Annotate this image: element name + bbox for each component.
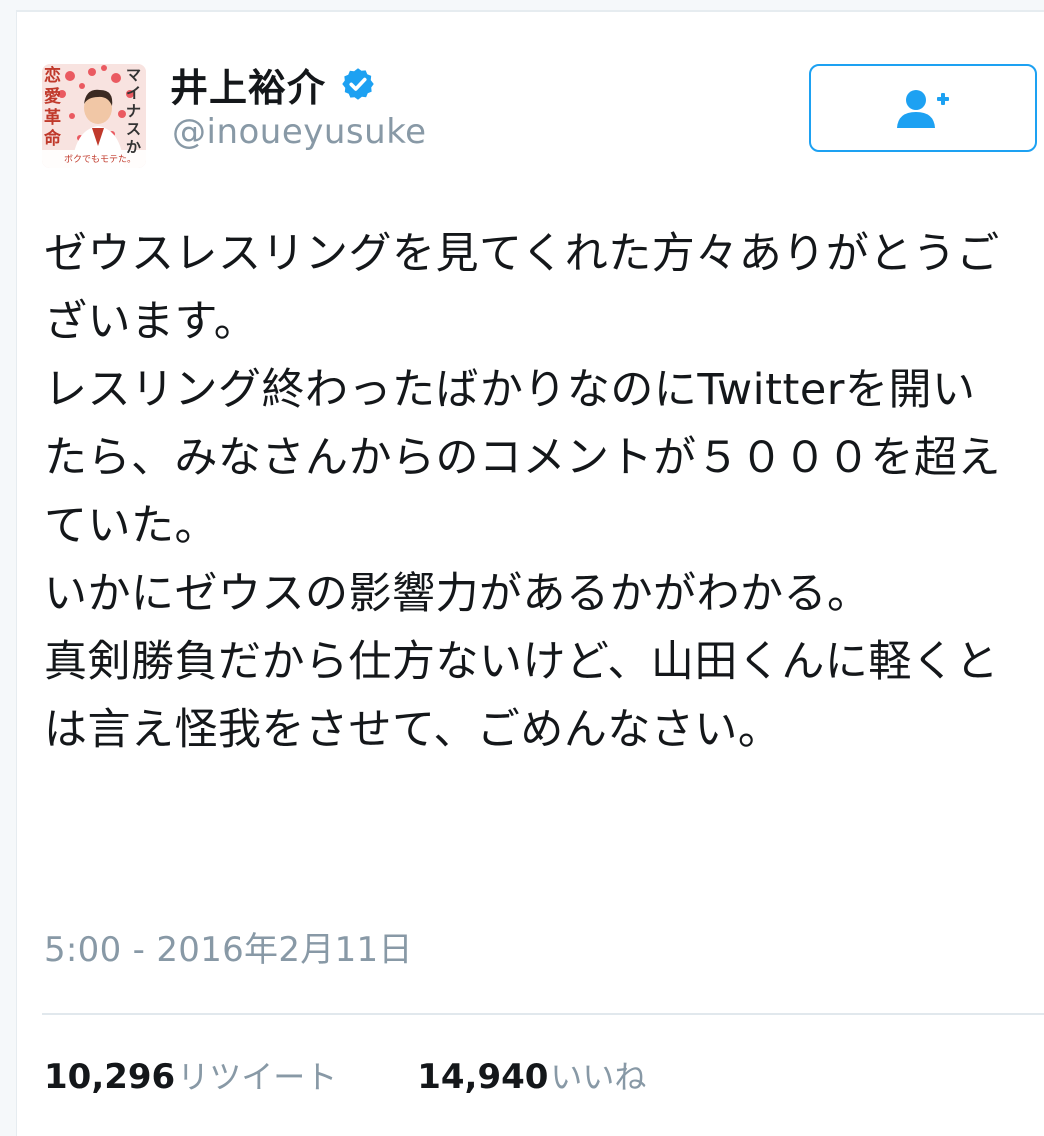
likes-label: いいね xyxy=(550,1058,647,1096)
avatar-vertical-text-left: 恋愛革命 xyxy=(44,66,61,149)
tweet-stats: 10,296 リツイート 14,940 いいね xyxy=(44,1052,646,1098)
tweet-detail-screen: 恋愛革命 マイナスか ボクでもモテた。 井上裕介 @inoueyusuke ゼウ… xyxy=(0,0,1044,1136)
retweets-stat[interactable]: 10,296 リツイート xyxy=(44,1052,337,1098)
left-gutter xyxy=(0,10,17,1136)
tweet-timestamp[interactable]: 5:00 - 2016年2月11日 xyxy=(44,922,413,971)
avatar[interactable]: 恋愛革命 マイナスか ボクでもモテた。 xyxy=(42,64,146,168)
display-name[interactable]: 井上裕介 xyxy=(170,57,326,112)
user-handle[interactable]: @inoueyusuke xyxy=(172,112,427,152)
follow-button[interactable] xyxy=(809,64,1037,152)
add-user-icon xyxy=(897,90,949,128)
verified-badge-icon xyxy=(340,66,376,102)
retweets-label: リツイート xyxy=(177,1058,338,1096)
retweets-count: 10,296 xyxy=(44,1057,176,1097)
tweet-text: ゼウスレスリングを見てくれた方々ありがとうございます。 レスリング終わったばかり… xyxy=(44,229,1001,755)
avatar-vertical-text-right: マイナスか xyxy=(126,66,142,156)
display-name-row[interactable]: 井上裕介 xyxy=(170,58,376,110)
likes-stat[interactable]: 14,940 いいね xyxy=(417,1052,646,1098)
top-divider xyxy=(0,0,1044,12)
stats-divider xyxy=(42,1013,1044,1015)
likes-count: 14,940 xyxy=(417,1057,549,1097)
avatar-caption: ボクでもモテた。 xyxy=(64,155,137,165)
